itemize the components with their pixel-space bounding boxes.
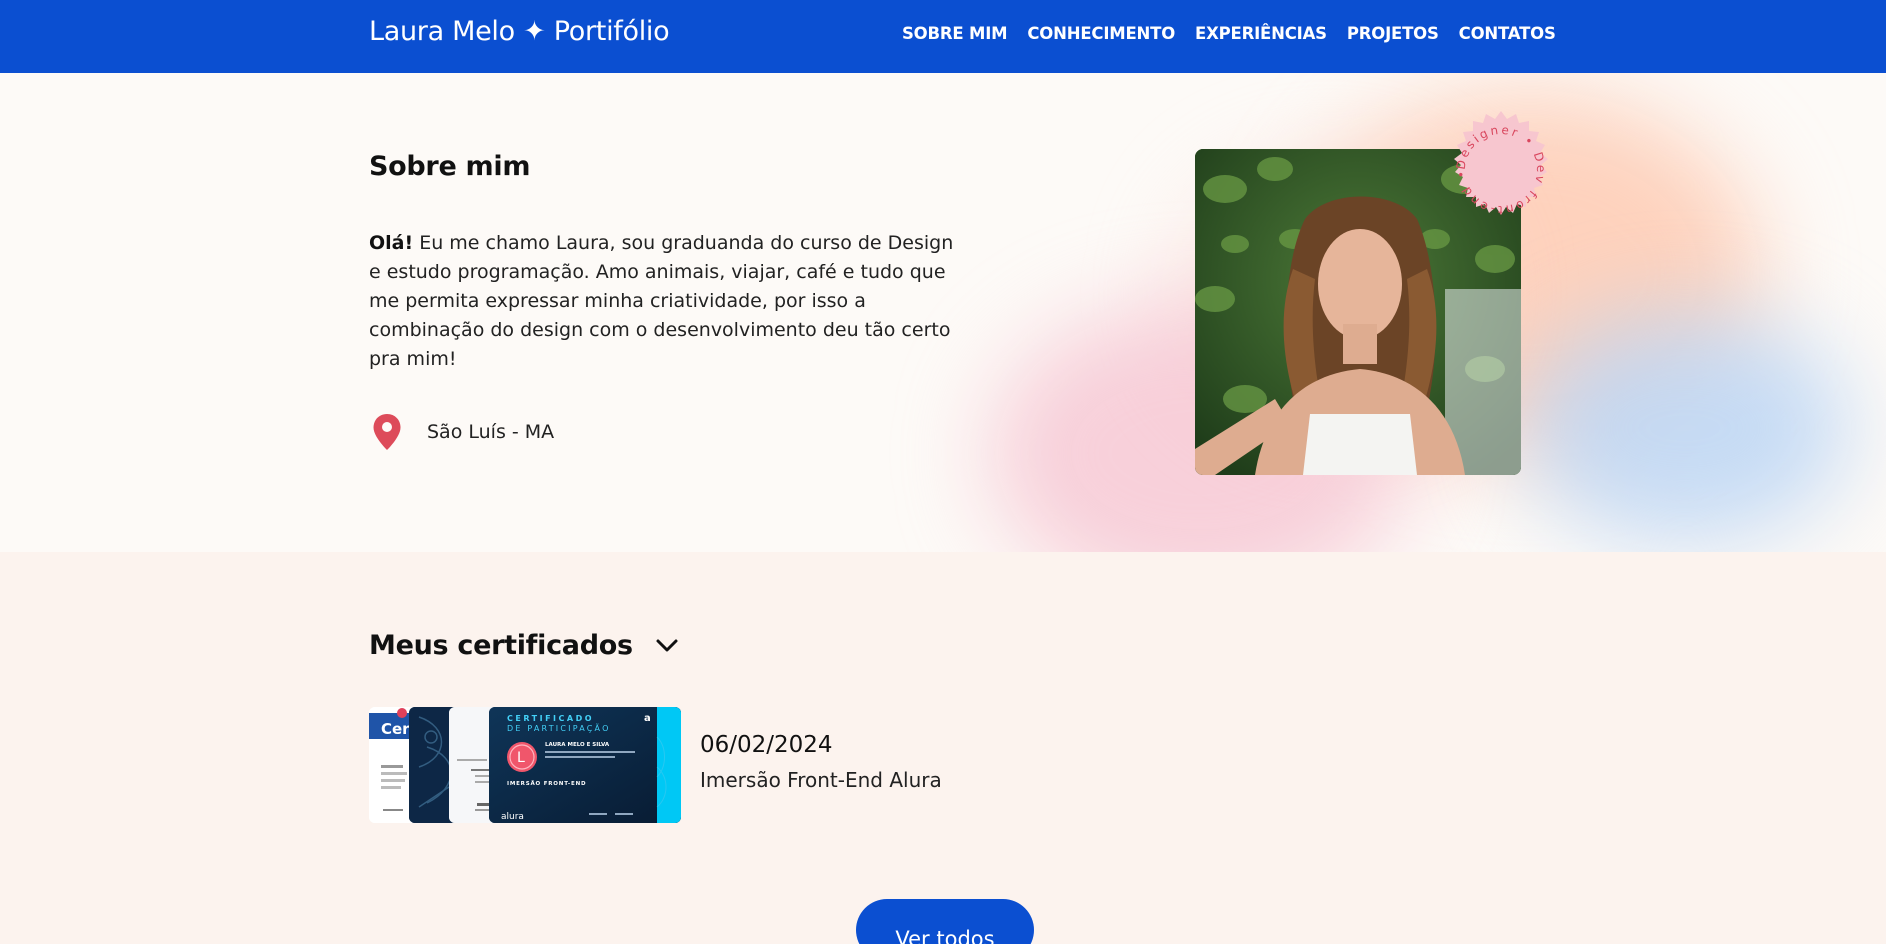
certificates-section: Meus certificados Cer CERTIFICADO DE PAR… [0,552,1886,944]
designer-dev-badge: Designer • Dev front-end • [1454,111,1548,217]
brand-title[interactable]: Laura Melo ✦ Portifólio [369,16,670,47]
certificate-date: 06/02/2024 [700,732,833,758]
about-title: Sobre mim [369,151,531,182]
certificates-title-row[interactable]: Meus certificados [369,630,679,661]
certificate-heading: CERTIFICADO [507,714,594,723]
certificate-subheading: DE PARTICIPAÇÃO [507,723,611,733]
about-section: Sobre mim Olá! Eu me chamo Laura, sou gr… [0,73,1886,552]
nav-sobre-mim[interactable]: SOBRE MIM [902,24,1008,43]
certificate-initial: L [517,750,525,766]
certificate-course: IMERSÃO FRONT-END [507,780,586,787]
certificate-person: LAURA MELO E SILVA [545,742,610,748]
certificate-thumbnail[interactable]: CERTIFICADO DE PARTICIPAÇÃO a L LAURA ME… [489,707,681,823]
background-blob [1520,313,1850,543]
main-nav: SOBRE MIM CONHECIMENTO EXPERIÊNCIAS PROJ… [902,24,1556,43]
chevron-down-icon[interactable] [655,638,679,654]
location: São Luís - MA [372,413,554,451]
view-all-button[interactable]: Ver todos [856,899,1034,944]
about-description: Olá! Eu me chamo Laura, sou graduanda do… [369,229,954,374]
top-navbar: Laura Melo ✦ Portifólio SOBRE MIM CONHEC… [0,0,1886,73]
certificates-title: Meus certificados [369,630,633,661]
certificate-brand: alura [501,812,524,822]
certificate-1-label: Cer [381,720,410,738]
nav-projetos[interactable]: PROJETOS [1347,24,1439,43]
certificate-name: Imersão Front-End Alura [700,768,942,792]
about-body-text: Eu me chamo Laura, sou graduanda do curs… [369,232,954,370]
nav-conhecimento[interactable]: CONHECIMENTO [1027,24,1175,43]
nav-contatos[interactable]: CONTATOS [1459,24,1556,43]
about-greeting: Olá! [369,232,414,254]
location-text: São Luís - MA [427,421,555,443]
map-pin-icon [373,414,401,450]
alura-logo-icon: a [644,713,651,724]
nav-experiencias[interactable]: EXPERIÊNCIAS [1195,24,1327,43]
certificate-thumbnails[interactable]: Cer CERTIFICADO DE PARTICIPAÇÃO a L LAUR… [369,707,681,823]
